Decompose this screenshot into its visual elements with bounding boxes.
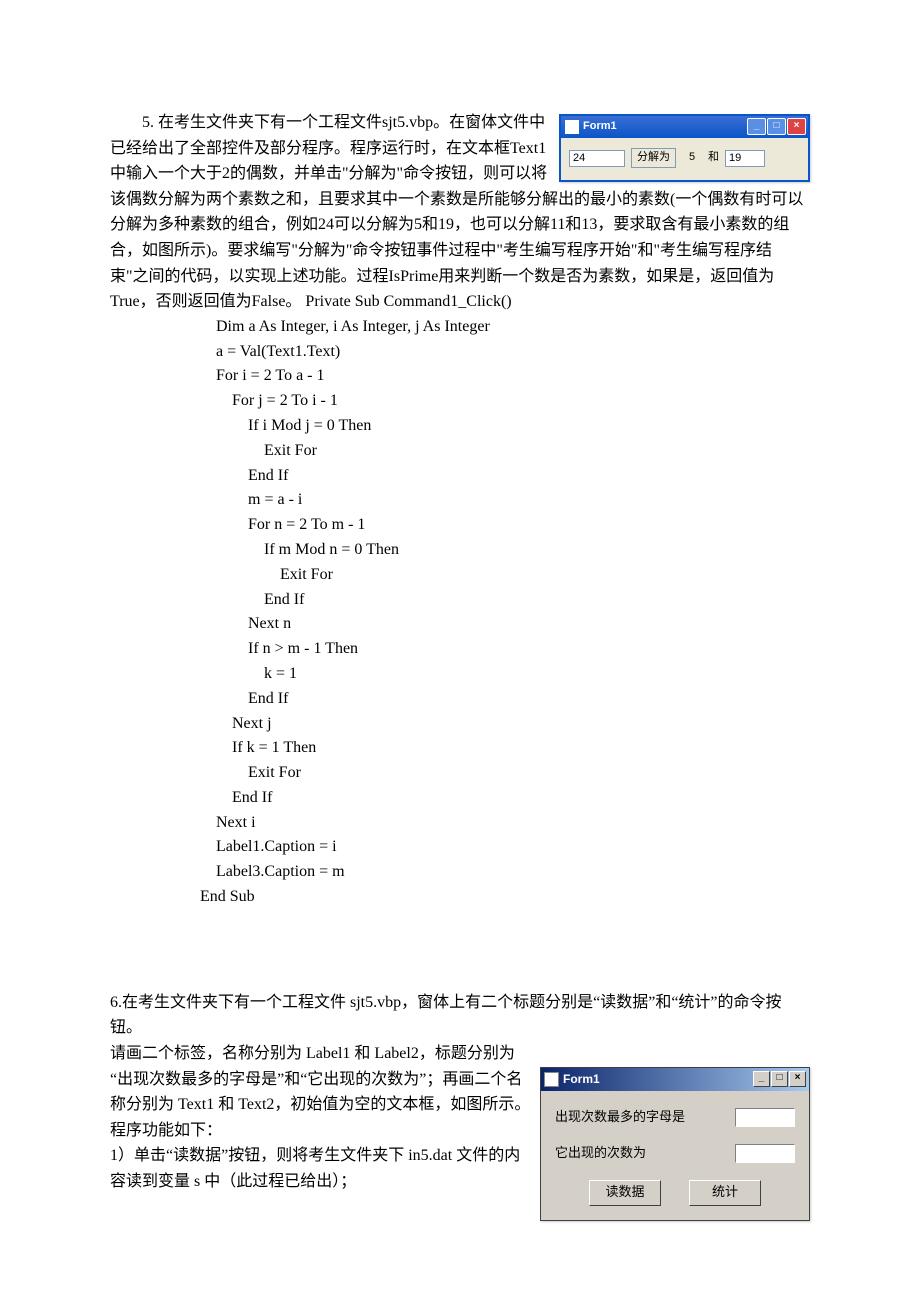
titlebar[interactable]: Form1 _ □ × — [541, 1068, 809, 1091]
app-icon — [544, 1072, 559, 1087]
label1: 出现次数最多的字母是 — [555, 1107, 735, 1128]
stat-button[interactable]: 统计 — [689, 1180, 761, 1206]
maximize-icon[interactable]: □ — [771, 1071, 788, 1087]
maximize-icon[interactable]: □ — [767, 118, 786, 135]
titlebar[interactable]: Form1 _ □ × — [561, 116, 808, 138]
window-title: Form1 — [563, 1070, 753, 1089]
question-5: Form1 _ □ × 分解为 5 和 5. 在考生文件夹下有一个工程文件sjt… — [110, 110, 810, 910]
form1-body: 分解为 5 和 — [561, 138, 808, 180]
decompose-button[interactable]: 分解为 — [631, 148, 676, 168]
text1-input[interactable] — [735, 1108, 795, 1127]
minimize-icon[interactable]: _ — [753, 1071, 770, 1087]
app-icon — [565, 120, 579, 134]
form6-body: 出现次数最多的字母是 它出现的次数为 读数据 统计 — [541, 1091, 809, 1221]
label1-result: 5 — [682, 149, 702, 167]
q6-line2: 请画二个标签，名称分别为 Label1 和 Label2，标题分别为 — [110, 1041, 810, 1067]
label2: 它出现的次数为 — [555, 1143, 735, 1164]
form1-window: Form1 _ □ × 分解为 5 和 — [559, 114, 810, 182]
form6-window: Form1 _ □ × 出现次数最多的字母是 它出现的次数为 读数据 统计 — [540, 1067, 810, 1222]
close-icon[interactable]: × — [789, 1071, 806, 1087]
q6-line1: 6.在考生文件夹下有一个工程文件 sjt5.vbp，窗体上有二个标题分别是“读数… — [110, 990, 810, 1041]
label2-and: 和 — [708, 149, 719, 167]
window-buttons: _ □ × — [753, 1071, 806, 1087]
text1-input[interactable] — [569, 150, 625, 167]
label3-result — [725, 150, 765, 167]
window-buttons: _ □ × — [747, 118, 806, 135]
q5-num: 5. — [142, 114, 158, 131]
read-data-button[interactable]: 读数据 — [589, 1180, 661, 1206]
window-title: Form1 — [583, 118, 747, 136]
q5-code: Dim a As Integer, i As Integer, j As Int… — [200, 315, 810, 910]
text2-input[interactable] — [735, 1144, 795, 1163]
minimize-icon[interactable]: _ — [747, 118, 766, 135]
question-6: 6.在考生文件夹下有一个工程文件 sjt5.vbp，窗体上有二个标题分别是“读数… — [110, 990, 810, 1221]
close-icon[interactable]: × — [787, 118, 806, 135]
